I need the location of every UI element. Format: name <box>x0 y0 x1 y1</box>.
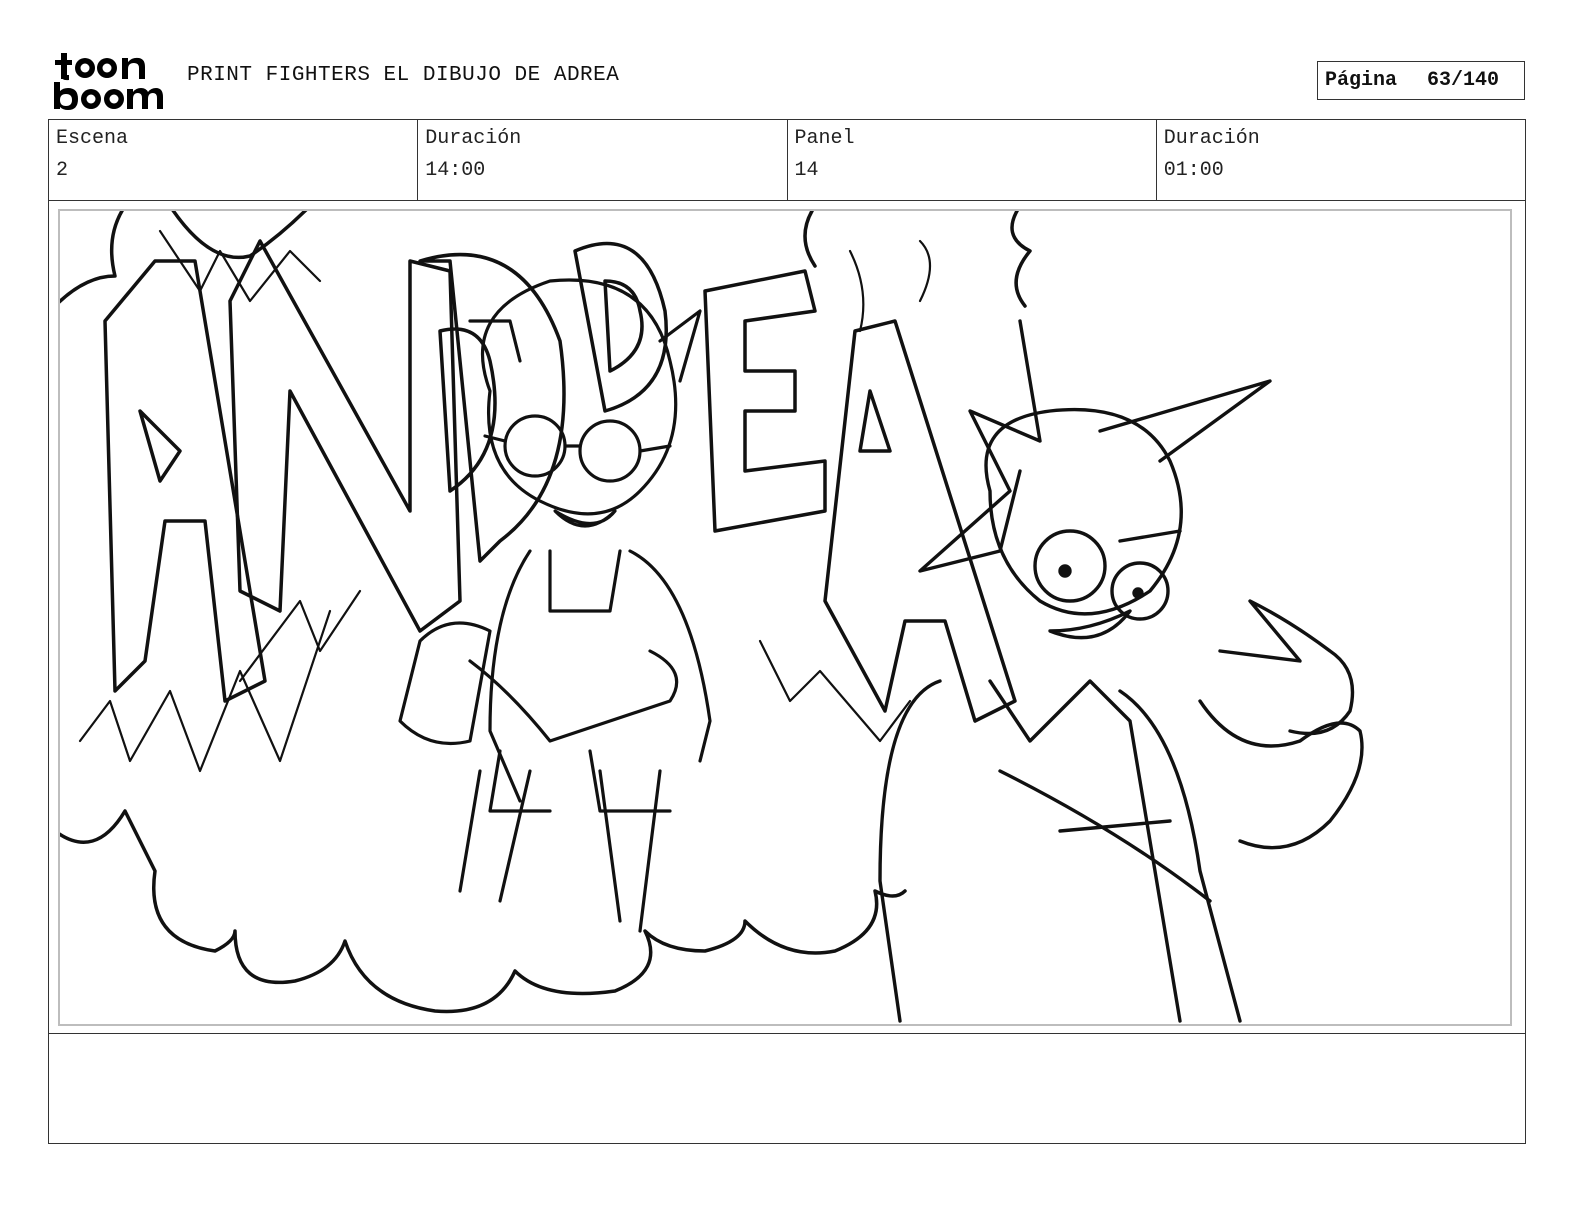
info-cell-scene-duration: Duración 14:00 <box>418 120 788 200</box>
info-cell-panel-duration: Duración 01:00 <box>1157 120 1525 200</box>
info-cell-panel: Panel 14 <box>788 120 1157 200</box>
boy-character <box>878 319 1364 1023</box>
info-value: 2 <box>56 159 69 182</box>
info-label: Panel <box>794 127 855 150</box>
info-label: Duración <box>1163 127 1260 150</box>
panel-notes <box>48 1033 1526 1144</box>
girl-character <box>398 278 712 933</box>
storyboard-sketch <box>60 211 1364 1023</box>
info-label: Escena <box>56 127 129 150</box>
andrea-lettering <box>103 239 1017 723</box>
info-value: 01:00 <box>1163 159 1224 182</box>
info-cell-scene: Escena 2 <box>49 120 419 200</box>
panel-info-row: Escena 2 Duración 14:00 Panel 14 Duració… <box>48 119 1526 201</box>
document-title: PRINT FIGHTERS EL DIBUJO DE ADREA <box>187 64 620 87</box>
toonboom-logo-mark <box>54 53 163 110</box>
page-label: Página <box>1325 69 1398 92</box>
toonboom-logo: toon boom <box>52 50 164 112</box>
info-value: 14 <box>794 159 819 182</box>
storyboard-panel <box>58 209 1512 1026</box>
page-value: 63/140 <box>1427 69 1500 92</box>
page-indicator: Página 63/140 <box>1317 61 1525 100</box>
info-value: 14:00 <box>425 159 486 182</box>
info-label: Duración <box>425 127 522 150</box>
